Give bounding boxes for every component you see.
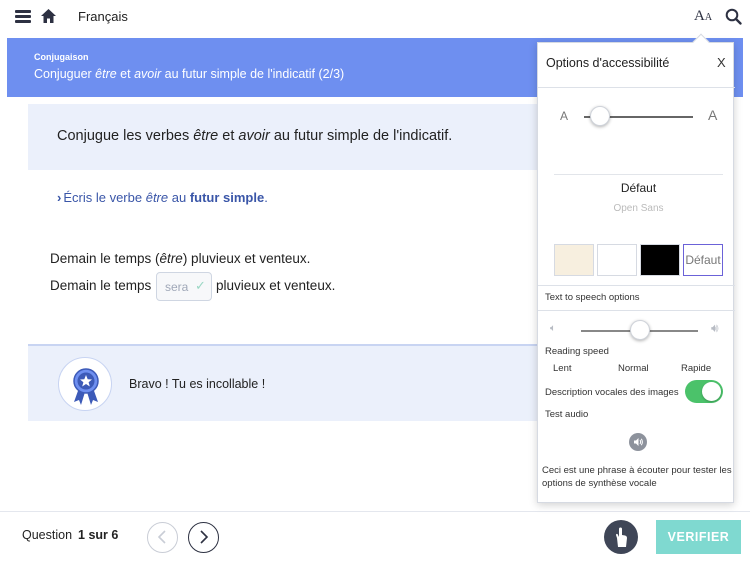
verify-button[interactable]: VERIFIER xyxy=(656,520,741,554)
font-selected[interactable]: Défaut xyxy=(554,181,723,195)
divider xyxy=(538,87,735,88)
image-description-toggle[interactable] xyxy=(685,380,723,403)
panel-pointer xyxy=(692,33,710,51)
font-option[interactable]: Open Sans xyxy=(554,203,723,214)
font-size-slider-knob[interactable] xyxy=(590,106,611,126)
test-audio-label: Test audio xyxy=(545,409,589,420)
chevron-right-icon: › xyxy=(57,190,62,205)
answer-value: sera xyxy=(165,280,189,294)
theme-swatch-cream[interactable] xyxy=(554,244,594,276)
divider xyxy=(538,310,735,311)
speed-option-slow[interactable]: Lent xyxy=(553,363,572,374)
font-size-large-label: A xyxy=(708,107,718,123)
result-message: Bravo ! Tu es incollable ! xyxy=(129,377,266,391)
lesson-title: Conjuguer être et avoir au futur simple … xyxy=(34,67,345,81)
instruction-text: Conjugue les verbes être et avoir au fut… xyxy=(57,128,453,144)
result-box: Bravo ! Tu es incollable ! xyxy=(28,344,588,421)
answer-input[interactable]: sera ✓ xyxy=(156,272,212,301)
previous-button[interactable] xyxy=(147,522,178,553)
volume-low-icon: 🔈︎ xyxy=(550,323,556,334)
hint-text: › Écris le verbe être au futur simple. xyxy=(57,190,268,205)
accessibility-panel: Options d'accessibilité X A A Défaut Ope… xyxy=(537,33,735,503)
speaker-icon xyxy=(634,438,643,446)
volume-slider-knob[interactable] xyxy=(629,320,650,340)
panel-title: Options d'accessibilité xyxy=(546,56,670,70)
speed-option-normal[interactable]: Normal xyxy=(618,363,649,374)
reading-speed-label: Reading speed xyxy=(545,346,609,357)
help-button[interactable] xyxy=(604,520,638,554)
search-icon[interactable] xyxy=(725,8,742,25)
medal-icon xyxy=(58,357,112,411)
theme-swatch-black[interactable] xyxy=(640,244,680,276)
exercise-sentence-1: Demain le temps (être) pluvieux et vente… xyxy=(50,251,311,266)
close-button[interactable]: X xyxy=(717,55,726,70)
divider xyxy=(538,285,735,286)
exercise-sentence-2: Demain le temps xyxy=(50,278,152,293)
lesson-category: Conjugaison xyxy=(34,52,89,62)
exercise-sentence-2-end: pluvieux et venteux. xyxy=(216,278,336,293)
play-test-audio-button[interactable] xyxy=(629,433,647,451)
check-icon: ✓ xyxy=(195,278,206,293)
font-size-small-label: A xyxy=(560,109,569,123)
tts-options-title: Text to speech options xyxy=(545,292,640,303)
theme-swatch-default[interactable]: Défaut xyxy=(683,244,723,276)
question-progress: Question 1 sur 6 xyxy=(22,528,119,542)
home-icon[interactable] xyxy=(40,8,57,24)
test-audio-text: Ceci est une phrase à écouter pour teste… xyxy=(542,465,732,489)
theme-swatch-white[interactable] xyxy=(597,244,637,276)
next-button[interactable] xyxy=(188,522,219,553)
hand-pointer-icon xyxy=(616,527,627,547)
subject-title: Français xyxy=(78,9,128,24)
hamburger-menu-icon[interactable] xyxy=(15,10,31,23)
instruction-box: Conjugue les verbes être et avoir au fut… xyxy=(28,104,588,170)
speed-option-fast[interactable]: Rapide xyxy=(681,363,711,374)
bottom-bar: Question 1 sur 6 VERIFIER xyxy=(0,511,750,562)
volume-high-icon: 🔊︎ xyxy=(711,321,719,335)
image-description-label: Description vocales des images xyxy=(545,387,679,398)
font-picker[interactable]: Défaut Open Sans xyxy=(554,174,723,218)
toggle-knob xyxy=(702,382,721,401)
font-settings-icon[interactable]: AA xyxy=(694,8,712,25)
top-bar: Français AA xyxy=(0,0,750,34)
